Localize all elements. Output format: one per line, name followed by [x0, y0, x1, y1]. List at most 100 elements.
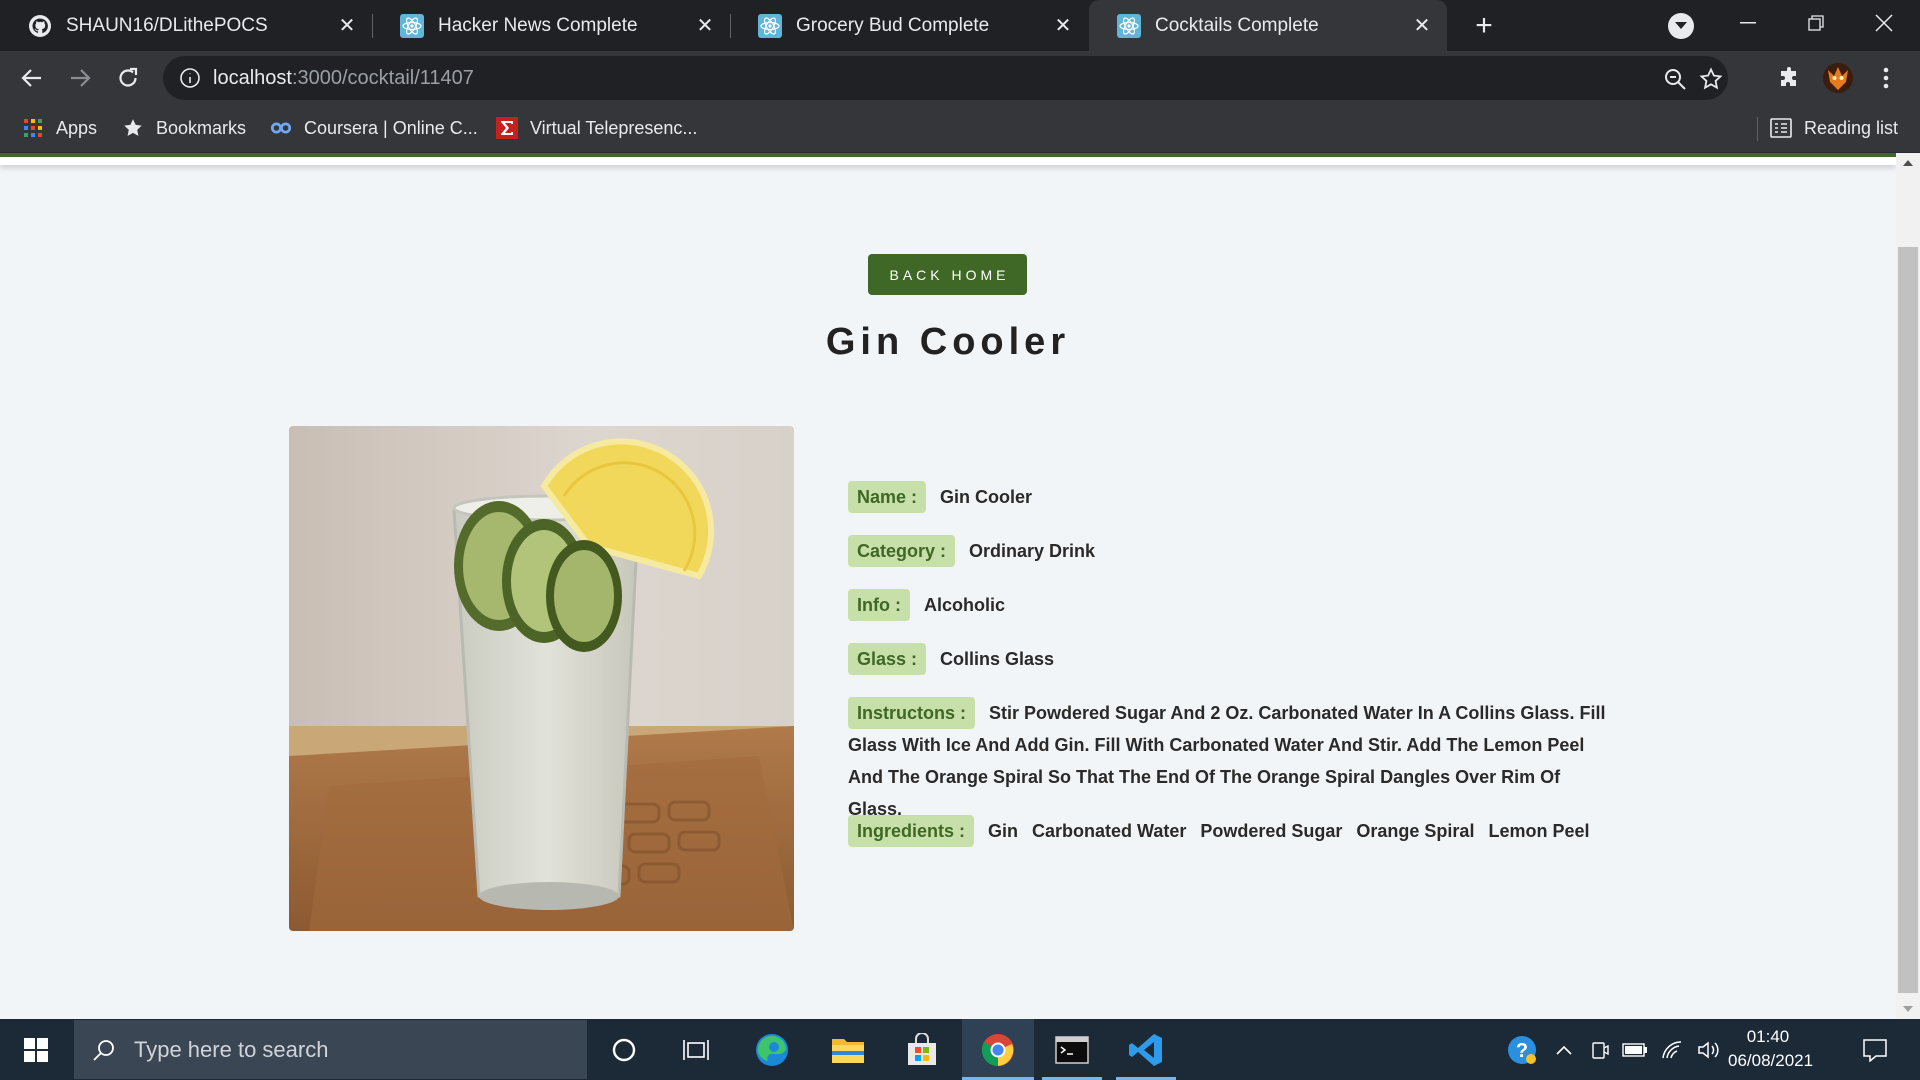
volume-icon[interactable]	[1692, 1019, 1726, 1080]
tab-title: Hacker News Complete	[438, 14, 638, 36]
bookmark-label: Virtual Telepresenc...	[530, 117, 698, 138]
page-scrollbar[interactable]	[1896, 153, 1920, 1019]
bookmark-virtual-telepresence[interactable]: Virtual Telepresenc...	[496, 105, 697, 151]
chrome-taskbar-icon[interactable]	[962, 1019, 1034, 1080]
react-icon	[400, 13, 424, 38]
cortana-icon[interactable]	[594, 1019, 654, 1080]
github-icon	[28, 14, 52, 38]
clock-date: 06/08/2021	[1728, 1051, 1814, 1070]
detail-label: Ingredients :	[848, 815, 975, 847]
detail-label: Name :	[848, 481, 927, 513]
ingredient-item: Powdered Sugar	[1200, 821, 1343, 841]
minimize-icon[interactable]	[1728, 6, 1768, 40]
detail-value: Collins Glass	[940, 649, 1055, 669]
chevron-up-icon[interactable]	[1548, 1019, 1580, 1080]
system-clock[interactable]: 01:40 06/08/2021	[1728, 1025, 1814, 1073]
forward-arrow-icon[interactable]	[62, 60, 98, 96]
site-info-icon[interactable]	[179, 67, 201, 89]
extensions-puzzle-icon[interactable]	[1772, 60, 1808, 96]
reload-icon[interactable]	[110, 60, 146, 96]
page-viewport: Back Home Gin Cooler	[0, 153, 1920, 1019]
detail-label: Instructons :	[848, 697, 976, 729]
bookmark-apps[interactable]: Apps	[22, 105, 97, 151]
sigma-icon	[496, 117, 518, 139]
detail-info: Info : Alcoholic	[848, 589, 1005, 621]
meet-now-icon[interactable]	[1584, 1019, 1616, 1080]
zoom-icon[interactable]	[1663, 67, 1687, 91]
search-icon	[92, 1038, 116, 1062]
tab-cocktails[interactable]: Cocktails Complete ✕	[1089, 0, 1447, 51]
reading-list-label: Reading list	[1804, 117, 1899, 138]
detail-label: Category :	[848, 535, 956, 567]
bookmark-label: Coursera | Online C...	[304, 117, 478, 138]
star-icon	[122, 117, 144, 139]
address-bar[interactable]: localhost:3000/cocktail/11407	[163, 56, 1728, 100]
chrome-menu-icon[interactable]	[1868, 60, 1904, 96]
apps-grid-icon	[22, 117, 44, 139]
detail-value: Gin Cooler	[940, 487, 1033, 507]
scroll-down-arrow-icon[interactable]	[1896, 999, 1920, 1019]
windows-taskbar: Type here to search ? 01:40 06/08/2021	[0, 1019, 1920, 1080]
tab-title: SHAUN16/DLithePOCS	[66, 14, 268, 36]
browser-toolbar: localhost:3000/cocktail/11407	[0, 51, 1920, 105]
help-icon[interactable]: ?	[1502, 1019, 1542, 1080]
close-icon[interactable]: ✕	[1052, 15, 1074, 37]
scrollbar-thumb[interactable]	[1898, 247, 1918, 993]
back-arrow-icon[interactable]	[14, 60, 50, 96]
scroll-up-arrow-icon[interactable]	[1896, 153, 1920, 173]
file-explorer-icon[interactable]	[818, 1019, 878, 1080]
windows-start-icon[interactable]	[0, 1019, 72, 1080]
ingredient-item: Gin	[988, 821, 1019, 841]
bookmark-label: Apps	[56, 117, 98, 138]
cocktail-image	[289, 426, 794, 931]
reading-list[interactable]: Reading list	[1770, 105, 1898, 151]
tab-grocery-bud[interactable]: Grocery Bud Complete ✕	[730, 0, 1088, 51]
bookmark-coursera[interactable]: Coursera | Online C...	[270, 105, 478, 151]
notifications-icon[interactable]	[1850, 1019, 1900, 1080]
taskbar-search-box[interactable]: Type here to search	[74, 1020, 587, 1079]
bookmark-label: Bookmarks	[156, 117, 247, 138]
detail-name: Name : Gin Cooler	[848, 481, 1032, 513]
detail-glass: Glass : Collins Glass	[848, 643, 1054, 675]
bookmark-star-icon[interactable]	[1699, 67, 1723, 91]
page-navbar-edge	[0, 153, 1896, 165]
close-icon[interactable]: ✕	[336, 15, 358, 37]
ingredient-item: Orange Spiral	[1356, 821, 1475, 841]
detail-category: Category : Ordinary Drink	[848, 535, 1095, 567]
ingredient-item: Carbonated Water	[1032, 821, 1187, 841]
ingredient-item: Lemon Peel	[1488, 821, 1590, 841]
tab-title: Grocery Bud Complete	[796, 14, 990, 36]
reading-list-icon	[1770, 117, 1792, 139]
vscode-icon[interactable]	[1116, 1019, 1176, 1080]
task-view-icon[interactable]	[666, 1019, 726, 1080]
terminal-icon[interactable]	[1042, 1019, 1102, 1080]
detail-label: Info :	[848, 589, 910, 621]
tab-title: Cocktails Complete	[1155, 14, 1319, 36]
profile-avatar[interactable]	[1820, 60, 1856, 96]
detail-value: Alcoholic	[923, 595, 1005, 615]
taskbar-search-placeholder: Type here to search	[134, 1036, 329, 1062]
url-text: localhost:3000/cocktail/11407	[213, 67, 474, 89]
wifi-icon[interactable]	[1656, 1019, 1690, 1080]
close-window-icon[interactable]	[1864, 6, 1904, 40]
new-tab-plus-icon[interactable]: +	[1468, 9, 1500, 42]
back-home-button[interactable]: Back Home	[868, 254, 1027, 295]
microsoft-store-icon[interactable]	[892, 1019, 952, 1080]
react-icon	[1117, 13, 1141, 38]
tab-hacker-news[interactable]: Hacker News Complete ✕	[372, 0, 730, 51]
close-icon[interactable]: ✕	[694, 15, 716, 37]
close-icon[interactable]: ✕	[1411, 15, 1433, 37]
bookmarks-divider	[1757, 117, 1758, 141]
cocktail-title: Gin Cooler	[825, 321, 1071, 363]
bookmarks-bar: Apps Bookmarks Coursera | Online C... Vi…	[0, 105, 1920, 153]
react-icon	[758, 13, 782, 38]
detail-instructions: Instructons : Stir Powdered Sugar And 2 O…	[848, 697, 1608, 825]
edge-browser-icon[interactable]	[742, 1019, 802, 1080]
battery-icon[interactable]	[1618, 1019, 1652, 1080]
bookmark-bookmarks[interactable]: Bookmarks	[122, 105, 246, 151]
clock-time: 01:40	[1746, 1027, 1790, 1046]
tab-search-icon[interactable]	[1668, 13, 1694, 39]
restore-icon[interactable]	[1796, 6, 1836, 40]
tab-github[interactable]: SHAUN16/DLithePOCS ✕	[0, 0, 372, 51]
detail-value: Ordinary Drink	[969, 541, 1096, 561]
